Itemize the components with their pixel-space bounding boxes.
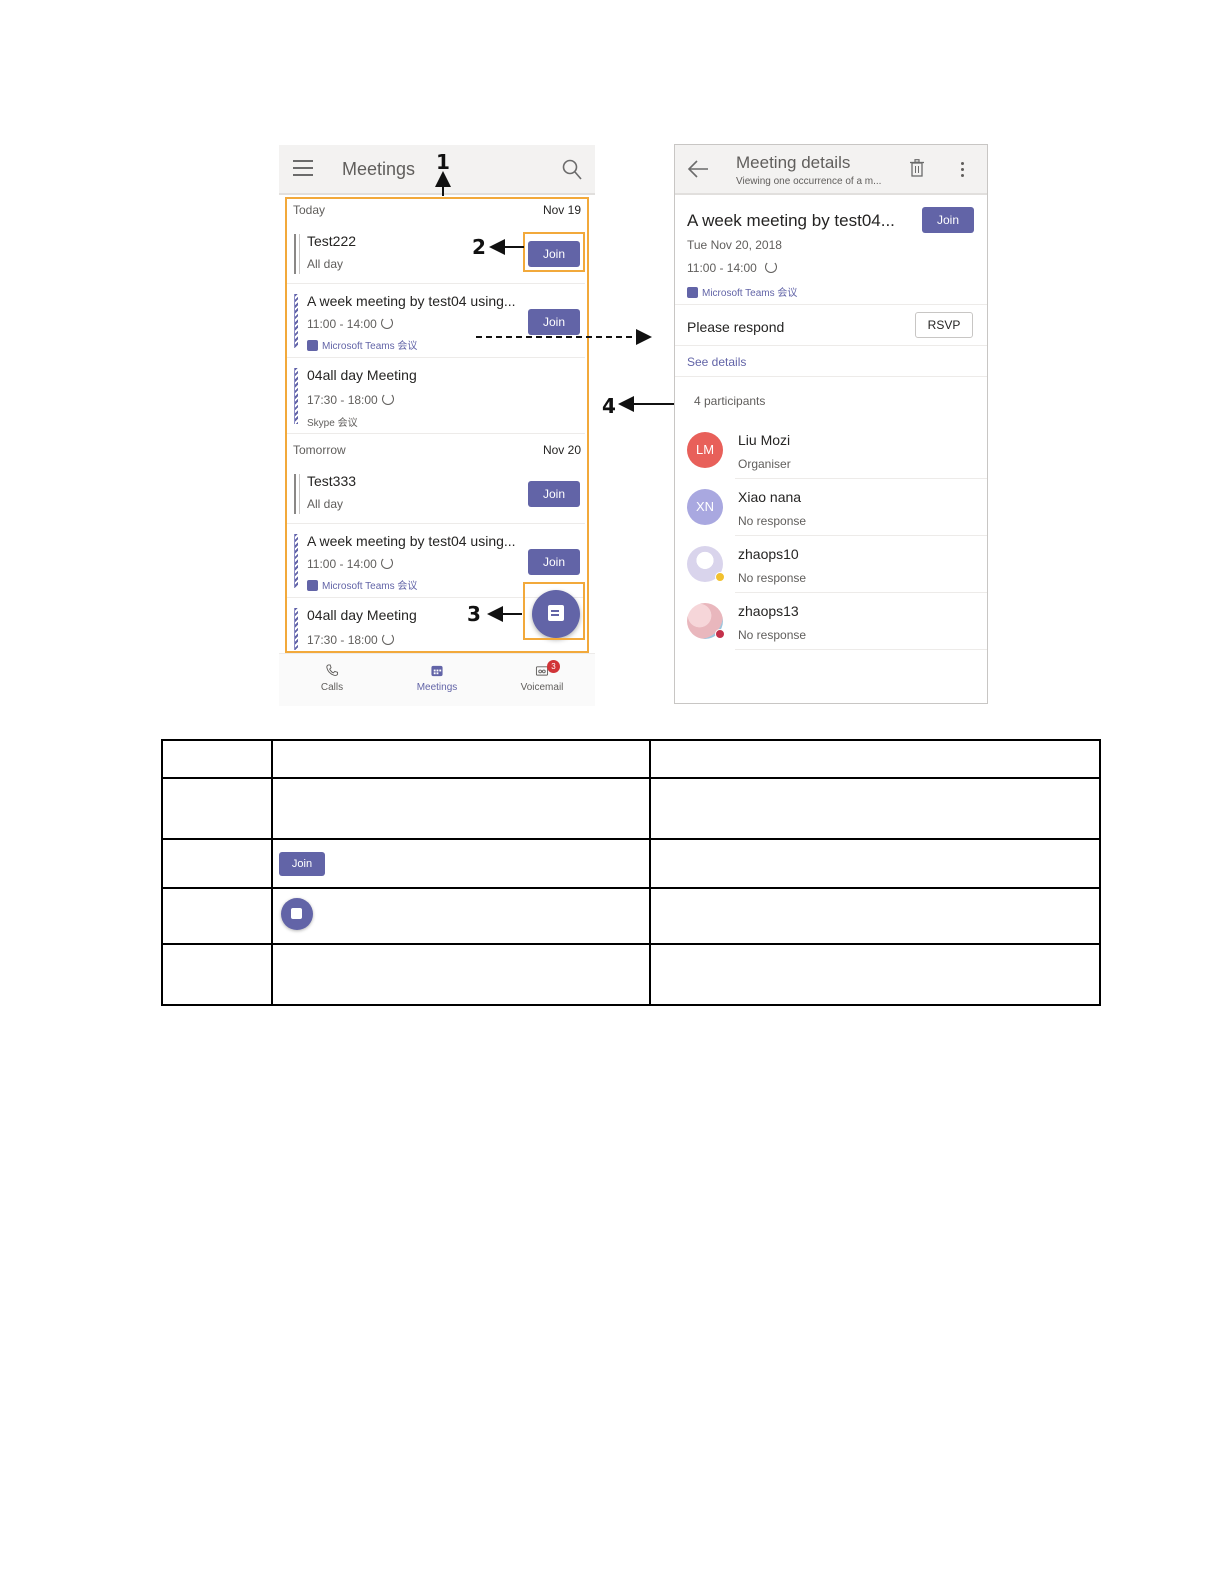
details-top-bar: Meeting details Viewing one occurrence o… xyxy=(675,145,987,195)
participant-row[interactable]: LM Liu Mozi Organiser xyxy=(675,422,987,479)
details-subtitle: Viewing one occurrence of a m... xyxy=(736,176,882,187)
table-cell xyxy=(271,887,651,945)
table-cell xyxy=(271,943,651,1006)
table-row xyxy=(161,777,1101,840)
table-cell xyxy=(161,887,273,945)
table-cell xyxy=(271,739,651,779)
recurring-icon xyxy=(764,261,777,273)
rsvp-button[interactable]: RSVP xyxy=(915,312,973,338)
callout-4: 4 xyxy=(602,394,616,418)
participant-row[interactable]: zhaops13 No response xyxy=(675,593,987,650)
participant-name: Liu Mozi xyxy=(738,432,791,448)
meeting-source: Microsoft Teams 会议 xyxy=(702,288,798,299)
table-cell xyxy=(161,739,273,779)
meeting-time-row: 11:00 - 14:00 xyxy=(687,261,777,275)
schedule-meeting-icon xyxy=(281,897,313,930)
avatar: LM xyxy=(687,432,723,468)
table-cell xyxy=(649,739,1101,779)
avatar: XN xyxy=(687,489,723,525)
divider xyxy=(675,304,987,305)
table-cell xyxy=(271,777,651,840)
table-cell xyxy=(161,838,273,889)
see-details-link[interactable]: See details xyxy=(687,355,746,369)
participant-row[interactable]: zhaops10 No response xyxy=(675,536,987,593)
participant-name: zhaops10 xyxy=(738,546,799,562)
meeting-date: Tue Nov 20, 2018 xyxy=(687,238,782,252)
more-options-icon[interactable] xyxy=(961,162,965,178)
trash-icon[interactable] xyxy=(910,159,924,177)
callout-3: 3 xyxy=(467,602,481,626)
meeting-time: 11:00 - 14:00 xyxy=(687,261,757,275)
meeting-details-screen: Meeting details Viewing one occurrence o… xyxy=(674,144,988,704)
callout-1: 1 xyxy=(436,150,450,174)
meeting-title: A week meeting by test04... xyxy=(687,211,895,230)
participant-name: zhaops13 xyxy=(738,603,799,619)
reference-table: Join xyxy=(161,739,1101,1006)
table-cell xyxy=(649,838,1101,889)
meeting-source-row: Microsoft Teams 会议 xyxy=(687,284,797,299)
divider xyxy=(735,649,987,650)
table-cell xyxy=(649,943,1101,1006)
table-row: Join xyxy=(161,838,1101,889)
back-arrow-icon[interactable] xyxy=(687,159,709,179)
table-cell xyxy=(161,943,273,1006)
join-button[interactable]: Join xyxy=(922,207,974,233)
table-cell xyxy=(649,887,1101,945)
participant-status: No response xyxy=(738,571,807,585)
table-cell xyxy=(649,777,1101,840)
participant-row[interactable]: XN Xiao nana No response xyxy=(675,479,987,536)
participants-count: 4 participants xyxy=(694,394,766,408)
participant-status: No response xyxy=(738,628,807,642)
callout-2: 2 xyxy=(472,235,486,259)
divider xyxy=(675,345,987,346)
details-title: Meeting details xyxy=(736,153,851,172)
respond-label: Please respond xyxy=(687,319,785,335)
presence-away-icon xyxy=(715,572,725,582)
teams-icon xyxy=(687,287,698,298)
join-button-sample: Join xyxy=(279,851,325,876)
callout-arrows xyxy=(435,171,674,622)
table-row xyxy=(161,943,1101,1006)
table-cell xyxy=(161,777,273,840)
presence-busy-icon xyxy=(715,629,725,639)
participant-status: Organiser xyxy=(738,457,791,471)
table-row xyxy=(161,739,1101,779)
participant-status: No response xyxy=(738,514,807,528)
table-row xyxy=(161,887,1101,945)
table-cell: Join xyxy=(271,838,651,889)
divider xyxy=(675,376,987,377)
participant-name: Xiao nana xyxy=(738,489,802,505)
